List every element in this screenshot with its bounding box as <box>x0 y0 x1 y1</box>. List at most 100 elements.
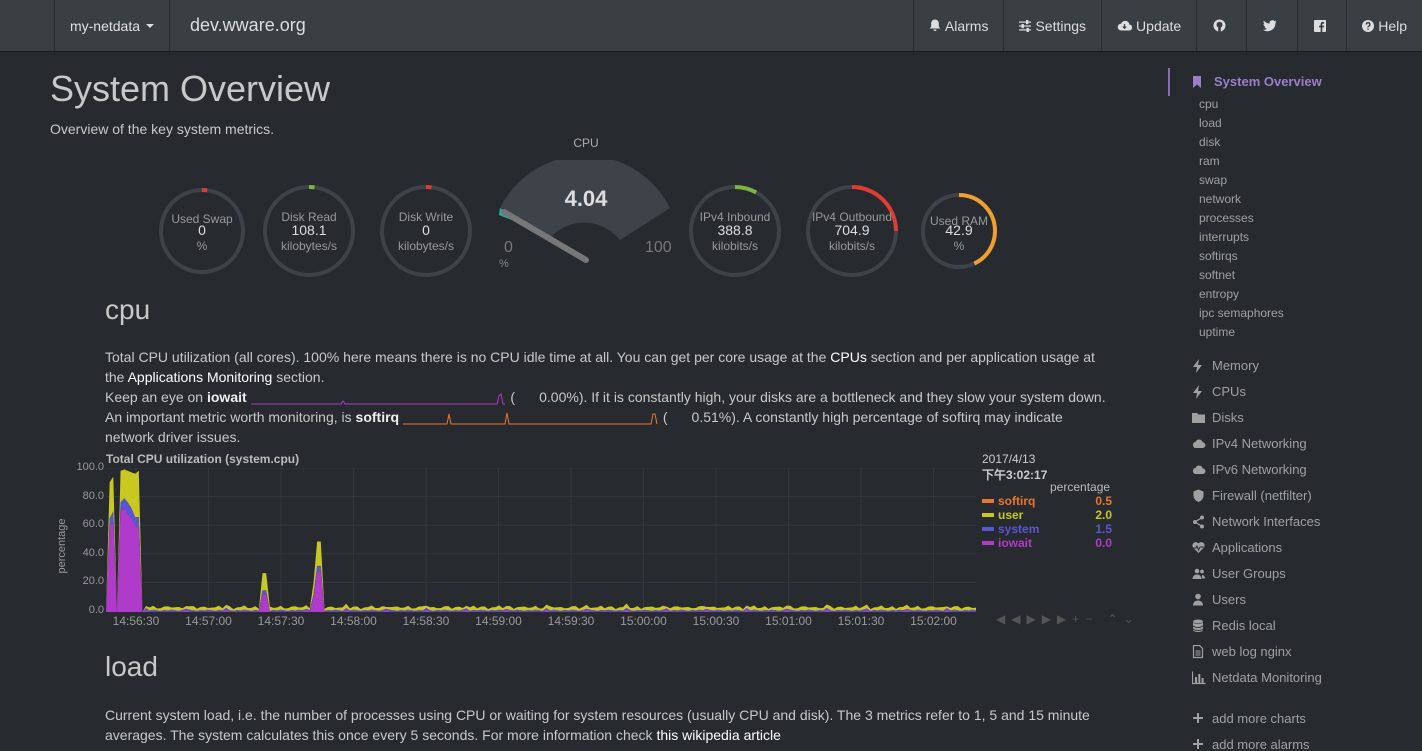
gauge-unit: % <box>196 239 208 253</box>
load-desc-text: Current system load, i.e. the number of … <box>105 707 1090 723</box>
cpu-gauge-title: CPU <box>573 136 599 150</box>
cpu-desc-text: section. <box>272 369 325 385</box>
cpu-section-description: Total CPU utilization (all cores). 100% … <box>105 347 1120 447</box>
x-tick-label: 14:57:30 <box>257 614 305 628</box>
sidebar-item-label: CPUs <box>1212 384 1246 399</box>
sidebar-subitem-disk[interactable]: disk <box>1199 135 1220 149</box>
play-icon[interactable]: ▶ <box>1026 612 1041 626</box>
shield-icon <box>1193 489 1204 502</box>
legend-value: 2.0 <box>1095 508 1112 522</box>
cpu-gauge-min: 0 <box>504 239 513 256</box>
sidebar-item-label: IPv4 Networking <box>1212 436 1307 451</box>
cpu-gauge-value: 4.04 <box>564 186 608 211</box>
sidebar-subitem-load[interactable]: load <box>1199 116 1222 130</box>
cloud-icon <box>1192 465 1206 475</box>
y-tick-label: 0.0 <box>88 604 104 616</box>
legend-item-user[interactable]: user 2.0 <box>982 508 1112 522</box>
legend-swatch <box>982 499 994 503</box>
softirq-sparkline <box>402 413 658 425</box>
sidebar-subitem-uptime[interactable]: uptime <box>1199 325 1235 339</box>
brand-dropdown[interactable]: my-netdata <box>54 0 170 51</box>
y-tick-label: 60.0 <box>82 518 104 531</box>
legend-swatch <box>982 527 994 531</box>
gauge-unit: % <box>953 239 965 253</box>
gauge-4[interactable]: IPv4 Inbound 388.8 kilobits/s <box>688 184 782 278</box>
gauge-1[interactable]: Used Swap 0% <box>158 187 246 275</box>
user-icon <box>1193 593 1203 606</box>
gauge-5[interactable]: IPv4 Outbound 704.9 kilobits/s <box>805 184 899 278</box>
y-tick-label: 80.0 <box>82 489 104 502</box>
hostname[interactable]: dev.wware.org <box>190 15 306 36</box>
help-button[interactable]: Help <box>1346 0 1422 51</box>
cpu-desc-text: Keep an eye on <box>105 389 207 405</box>
update-label: Update <box>1136 17 1182 34</box>
gauge-2[interactable]: Disk Read 108.1 kilobytes/s <box>262 184 356 278</box>
legend-item-system[interactable]: system 1.5 <box>982 522 1112 536</box>
legend-name: iowait <box>998 536 1033 550</box>
rewind-icon[interactable]: ◀◀ <box>996 612 1026 626</box>
page-description: Overview of the key system metrics. <box>50 121 275 137</box>
legend-name: user <box>998 508 1024 522</box>
load-desc-text: averages. The system calculates this onc… <box>105 727 657 743</box>
cpu-gauge-unit: % <box>499 258 509 270</box>
sidebar-subitem-swap[interactable]: swap <box>1199 173 1227 187</box>
gauge-6[interactable]: Used RAM 42.9% <box>920 192 998 270</box>
applications-monitoring-link[interactable]: Applications Monitoring <box>128 369 273 385</box>
caret-down-icon <box>146 24 155 28</box>
cpus-link[interactable]: CPUs <box>830 349 867 365</box>
sidebar-item-label: IPv6 Networking <box>1212 462 1307 477</box>
sidebar-item-label: add more charts <box>1212 711 1306 726</box>
fast-forward-icon[interactable]: ▶▶ <box>1042 612 1072 626</box>
iowait-value: 0.00% <box>539 389 579 405</box>
sidebar-subitem-processes[interactable]: processes <box>1199 211 1254 225</box>
cpu-desc-text: An important metric worth monitoring, is <box>105 409 356 425</box>
legend-swatch <box>982 513 994 517</box>
settings-button[interactable]: Settings <box>1003 0 1101 51</box>
github-button[interactable] <box>1196 0 1246 51</box>
x-tick-label: 15:01:00 <box>765 614 812 628</box>
twitter-button[interactable] <box>1246 0 1297 51</box>
sidebar-subitem-ram[interactable]: ram <box>1199 154 1220 168</box>
gauge-3[interactable]: Disk Write 0 kilobytes/s <box>379 184 473 278</box>
plus-icon <box>1193 739 1203 749</box>
update-button[interactable]: Update <box>1101 0 1196 51</box>
gauge-value: 704.9 <box>834 222 870 238</box>
series-area-user <box>106 469 976 612</box>
x-tick-label: 15:01:30 <box>837 614 885 628</box>
zoom-in-icon[interactable]: + <box>1072 612 1085 626</box>
sidebar-subitem-ipc-semaphores[interactable]: ipc semaphores <box>1199 306 1284 320</box>
alarms-button[interactable]: Alarms <box>912 0 1004 51</box>
legend-item-iowait[interactable]: iowait 0.0 <box>982 536 1112 550</box>
sidebar-subitem-network[interactable]: network <box>1199 192 1241 206</box>
sidebar-item-label: Redis local <box>1212 618 1276 633</box>
sidebar-item-system-overview[interactable]: System Overview <box>1214 74 1322 89</box>
sidebar-subitem-softirqs[interactable]: softirqs <box>1199 249 1238 263</box>
sidebar-subitem-entropy[interactable]: entropy <box>1199 287 1239 301</box>
zoom-out-icon[interactable]: − <box>1085 612 1098 626</box>
iowait-sparkline <box>250 393 505 405</box>
users-icon <box>1192 568 1205 579</box>
sidebar-subitem-softnet[interactable]: softnet <box>1199 268 1235 282</box>
sidebar-item-label: Memory <box>1212 358 1259 373</box>
x-tick-label: 15:00:00 <box>620 614 667 628</box>
legend-date: 2017/4/13 <box>982 452 1036 466</box>
cpu-chart[interactable] <box>106 468 976 612</box>
twitter-icon <box>1263 19 1277 31</box>
cpu-desc-text: ). A constantly high percentage of softi… <box>731 409 1063 425</box>
sidebar-subitem-cpu[interactable]: cpu <box>1199 97 1218 111</box>
cpu-desc-text: network driver issues. <box>105 429 241 445</box>
folder-icon <box>1192 413 1205 423</box>
facebook-button[interactable] <box>1297 0 1346 51</box>
gauge-unit: kilobits/s <box>828 239 875 253</box>
series-area-system <box>106 498 976 612</box>
chart-controls[interactable]: ◀◀▶▶▶+− ⌃⌄ <box>996 612 1140 626</box>
sidebar-item-label: web log nginx <box>1212 644 1292 659</box>
resize-icon[interactable]: ⌃⌄ <box>1108 612 1140 626</box>
x-tick-label: 15:02:00 <box>910 614 957 628</box>
wikipedia-link[interactable]: this wikipedia article <box>656 727 781 743</box>
sidebar-subitem-interrupts[interactable]: interrupts <box>1199 230 1249 244</box>
iowait-key: iowait <box>206 389 247 405</box>
github-icon <box>1213 19 1226 32</box>
sidebar-item-label: add more alarms <box>1212 737 1310 751</box>
legend-item-softirq[interactable]: softirq 0.5 <box>982 494 1112 508</box>
